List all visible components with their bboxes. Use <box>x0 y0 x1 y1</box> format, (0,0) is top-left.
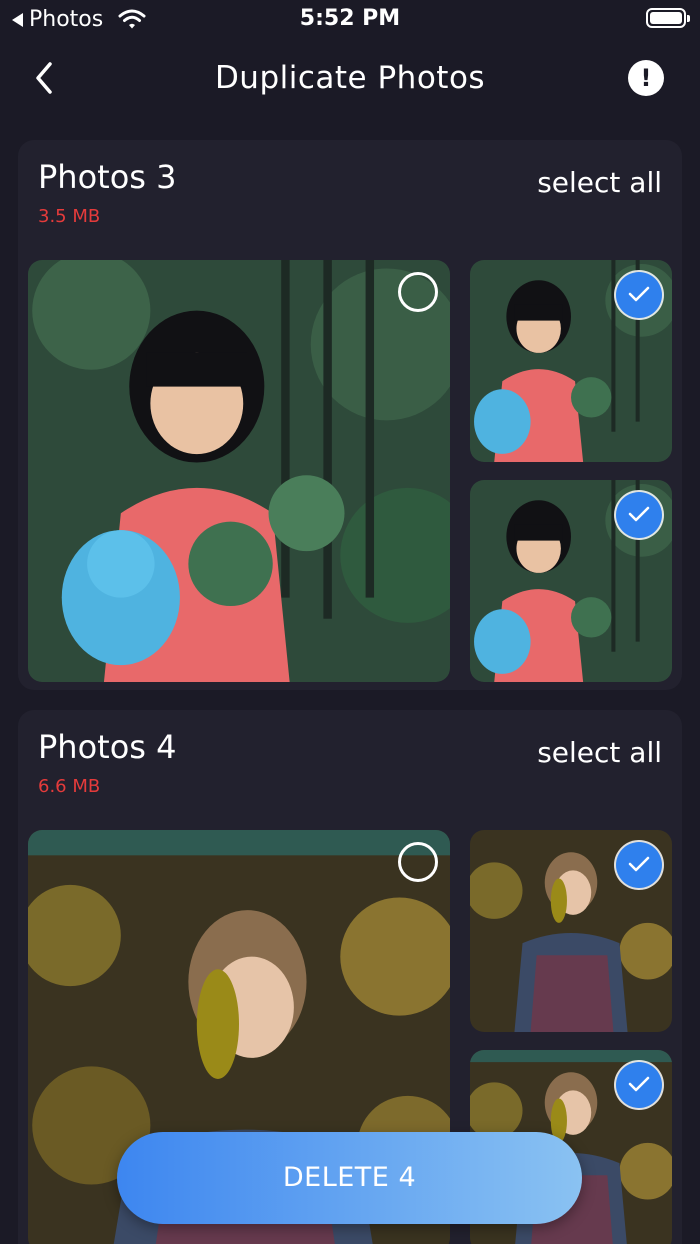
page-title: Duplicate Photos <box>214 60 486 96</box>
girl-photo-image <box>28 260 450 682</box>
checkmark-icon[interactable] <box>616 272 662 318</box>
select-all-button[interactable]: select all <box>537 166 662 199</box>
battery-icon <box>646 8 690 28</box>
status-time: 5:52 PM <box>299 6 401 31</box>
checkmark-icon[interactable] <box>616 492 662 538</box>
group-size: 3.5 MB <box>38 206 101 227</box>
select-all-button[interactable]: select all <box>537 736 662 769</box>
group-size: 6.6 MB <box>38 776 101 797</box>
checkmark-icon[interactable] <box>616 842 662 888</box>
photo-thumbnail[interactable] <box>470 480 672 682</box>
photo-thumbnail[interactable] <box>470 830 672 1032</box>
photo-thumbnail[interactable] <box>470 260 672 462</box>
status-bar: Photos 5:52 PM <box>0 0 700 40</box>
exclamation-circle-icon[interactable]: ! <box>628 60 664 96</box>
duplicate-group-card: Photos 3 3.5 MB select all <box>18 140 682 690</box>
select-circle-icon[interactable] <box>398 842 438 882</box>
delete-button[interactable]: DELETE 4 <box>117 1132 582 1224</box>
group-title: Photos 4 <box>38 728 177 766</box>
photo-thumbnail[interactable] <box>28 260 450 682</box>
select-circle-icon[interactable] <box>398 272 438 312</box>
checkmark-icon[interactable] <box>616 1062 662 1108</box>
group-title: Photos 3 <box>38 158 177 196</box>
